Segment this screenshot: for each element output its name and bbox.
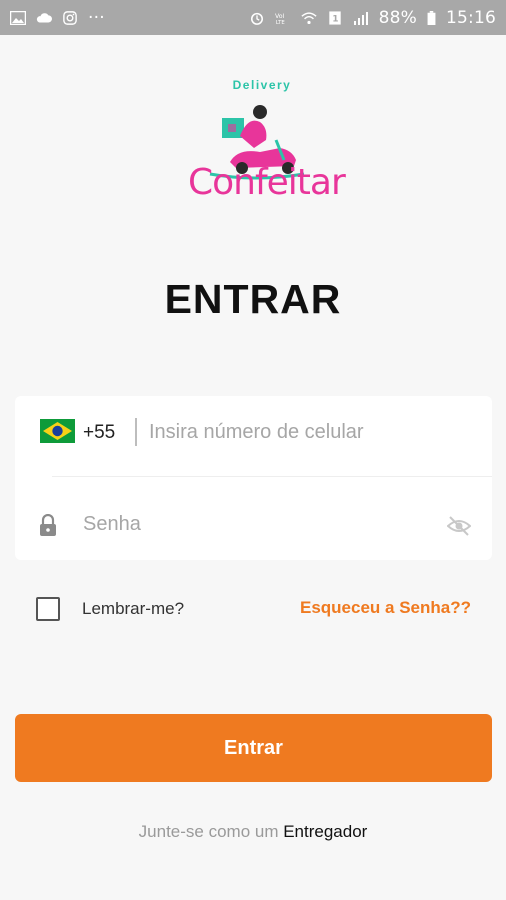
volte-icon: Vol LTE — [275, 13, 285, 25]
more-notifications-dots: ··· — [88, 7, 105, 28]
lock-icon — [40, 514, 56, 536]
eye-off-icon[interactable] — [447, 516, 471, 536]
password-input[interactable] — [81, 506, 425, 542]
page-title: ENTRAR — [164, 276, 342, 322]
brand-logo: Delivery Confeitar — [180, 78, 346, 218]
svg-text:Vol: Vol — [275, 13, 285, 20]
remember-checkbox[interactable] — [36, 597, 60, 621]
join-prefix: Junte-se como um — [138, 822, 284, 841]
wifi-icon — [301, 11, 317, 24]
remember-label[interactable]: Lembrar-me? — [82, 599, 184, 619]
country-code[interactable]: +55 — [83, 422, 115, 444]
battery-icon — [427, 10, 436, 25]
join-courier-text: Junte-se como um Entregador — [0, 822, 506, 842]
login-card: +55 — [15, 396, 492, 560]
logo-wordmark: Confeitar — [188, 162, 346, 203]
svg-text:1: 1 — [332, 14, 338, 24]
clock: 15:16 — [446, 7, 496, 28]
battery-percent: 88% — [378, 7, 417, 28]
field-divider — [52, 476, 492, 477]
image-icon — [10, 10, 26, 25]
status-bar-left: ··· — [10, 8, 105, 28]
svg-text:LTE: LTE — [275, 20, 284, 25]
divider — [135, 418, 137, 446]
sim1-icon: 1 — [328, 10, 341, 25]
cloud-icon — [36, 12, 52, 22]
phone-input[interactable] — [147, 414, 471, 450]
brazil-flag-icon[interactable] — [40, 419, 75, 443]
login-button[interactable]: Entrar — [15, 714, 492, 782]
join-courier-link[interactable]: Entregador — [283, 822, 367, 841]
signal-icon — [353, 11, 368, 25]
alarm-icon — [250, 12, 263, 25]
status-bar-right: Vol LTE 1 88% 15:16 — [249, 8, 496, 28]
instagram-icon — [63, 10, 77, 25]
forgot-password-link[interactable]: Esqueceu a Senha?? — [300, 598, 471, 618]
status-bar: ··· Vol LTE 1 88% 15:16 — [0, 0, 506, 35]
